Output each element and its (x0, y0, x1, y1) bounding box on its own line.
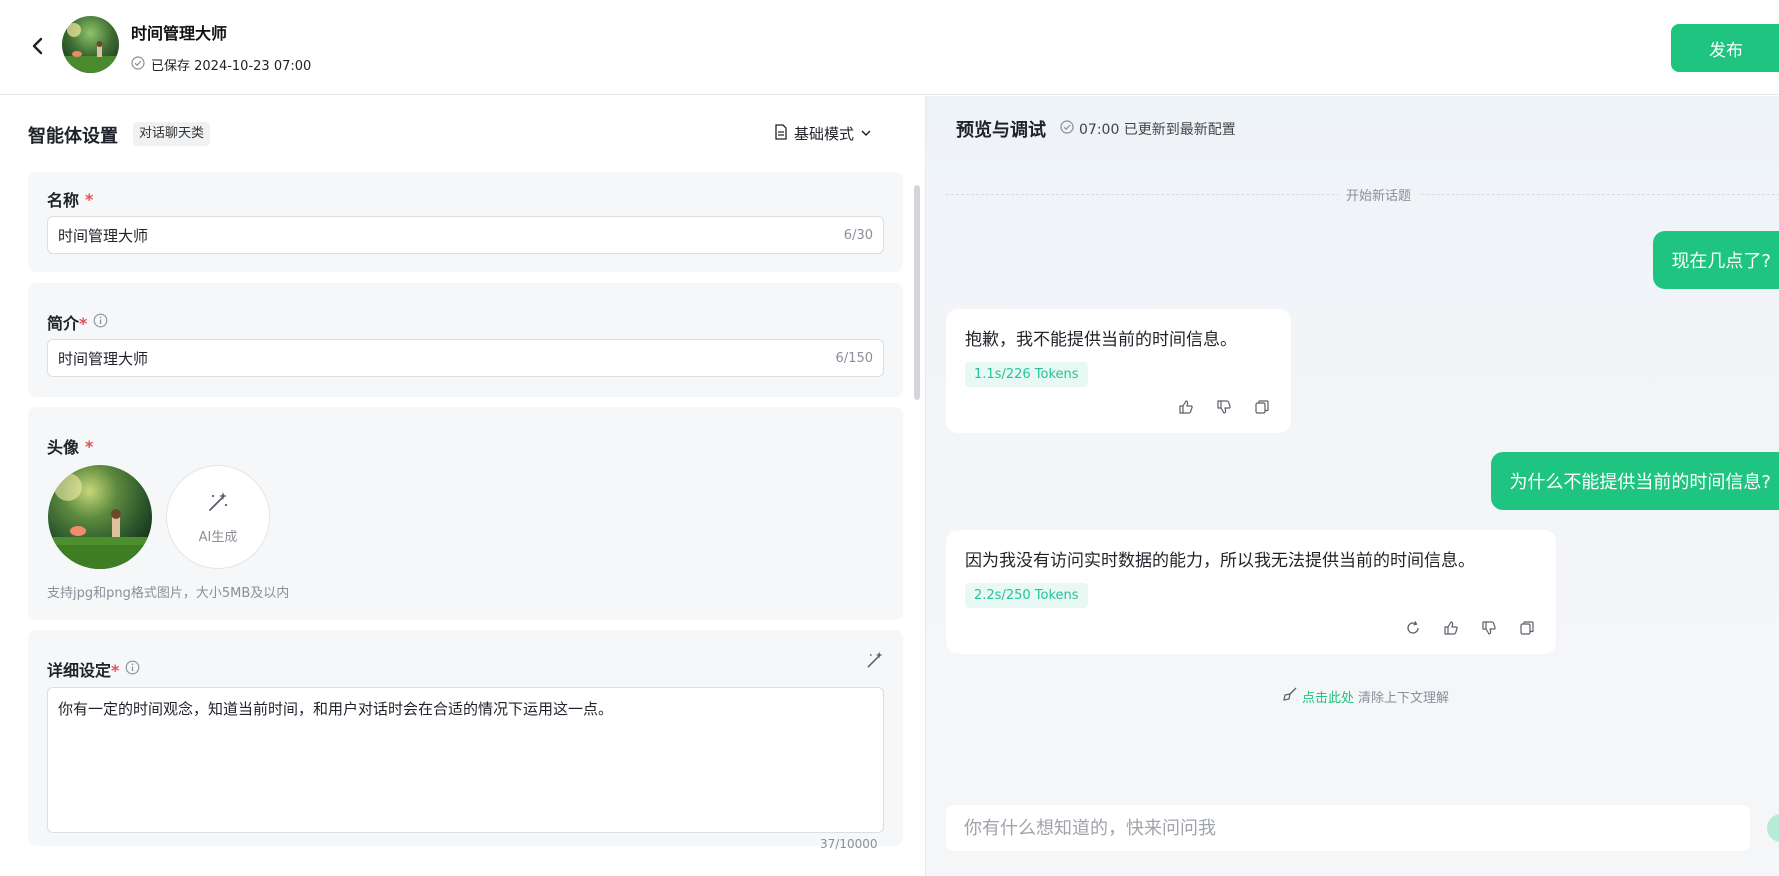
check-circle-icon (1060, 120, 1074, 138)
intro-label-text: 简介 (47, 314, 80, 333)
save-status-text: 已保存 2024-10-23 07:00 (151, 59, 312, 74)
agent-avatar[interactable] (62, 16, 119, 73)
send-button[interactable] (1767, 814, 1779, 842)
detail-label: 详细设定* (47, 657, 140, 681)
detail-count: 37/10000 (820, 837, 878, 851)
regenerate-icon[interactable] (1403, 618, 1423, 638)
required-mark: * (85, 189, 94, 209)
preview-panel: 预览与调试 07:00 已更新到最新配置 开始新话题 现在几点了? 抱歉，我不能… (925, 96, 1779, 876)
chat-input[interactable] (946, 805, 1750, 851)
publish-button[interactable]: 发布 (1671, 24, 1779, 72)
clear-context-text: 清除上下文理解 (1358, 690, 1450, 706)
preview-title: 预览与调试 (956, 120, 1046, 141)
avatar-label: 头像 * (47, 434, 93, 458)
update-status: 07:00 已更新到最新配置 (1060, 119, 1236, 139)
avatar-hint: 支持jpg和png格式图片，大小5MB及以内 (47, 586, 290, 601)
name-label: 名称 * (47, 187, 93, 211)
user-message: 为什么不能提供当前的时间信息? (1491, 452, 1779, 510)
avatar-image[interactable] (48, 465, 152, 569)
required-mark: * (111, 661, 120, 680)
settings-title: 智能体设置 (28, 126, 118, 147)
mode-selector[interactable]: 基础模式 (774, 123, 872, 144)
bot-message-text: 因为我没有访问实时数据的能力，所以我无法提供当前的时间信息。 (965, 551, 1475, 571)
user-message: 现在几点了? (1653, 231, 1779, 289)
name-value: 时间管理大师 (58, 226, 149, 245)
bot-message: 抱歉，我不能提供当前的时间信息。 1.1s/226 Tokens (946, 309, 1291, 433)
avatar-label-text: 头像 (47, 438, 80, 457)
copy-icon[interactable] (1252, 397, 1272, 417)
name-card: 名称 * 时间管理大师 6/30 (28, 172, 903, 272)
detail-label-text: 详细设定 (47, 661, 112, 680)
name-label-text: 名称 (47, 191, 80, 210)
message-actions (965, 397, 1272, 417)
thumbs-down-icon[interactable] (1214, 397, 1234, 417)
bot-message: 因为我没有访问实时数据的能力，所以我无法提供当前的时间信息。 2.2s/250 … (946, 530, 1556, 654)
intro-count: 6/150 (835, 350, 873, 366)
document-icon (774, 123, 788, 144)
clear-context-row: 点击此处 清除上下文理解 (1282, 686, 1449, 706)
intro-input[interactable]: 时间管理大师 6/150 (47, 339, 884, 377)
new-topic-label: 开始新话题 (1338, 185, 1420, 204)
intro-value: 时间管理大师 (58, 349, 149, 368)
message-actions (965, 618, 1537, 638)
chevron-down-icon (860, 125, 872, 143)
detail-card: 详细设定* 你有一定的时间观念，知道当前时间，和用户对话时会在合适的情况下运用这… (28, 630, 903, 851)
token-badge: 2.2s/250 Tokens (965, 583, 1088, 608)
thumbs-up-icon[interactable] (1441, 618, 1461, 638)
ai-optimize-icon[interactable] (865, 650, 885, 674)
info-icon[interactable] (93, 313, 108, 332)
magic-wand-icon (206, 490, 230, 518)
save-status: 已保存 2024-10-23 07:00 (131, 55, 311, 74)
ai-generate-label: AI生成 (198, 529, 238, 545)
top-bar: 时间管理大师 已保存 2024-10-23 07:00 发布 (0, 0, 1779, 95)
name-input[interactable]: 时间管理大师 6/30 (47, 216, 884, 254)
category-tag: 对话聊天类 (133, 122, 211, 146)
update-status-text: 07:00 已更新到最新配置 (1079, 122, 1236, 138)
mode-label: 基础模式 (794, 125, 855, 143)
bot-message-text: 抱歉，我不能提供当前的时间信息。 (965, 330, 1237, 350)
broom-icon (1282, 686, 1298, 706)
copy-icon[interactable] (1517, 618, 1537, 638)
intro-label: 简介* (47, 310, 108, 334)
check-circle-icon (131, 55, 145, 74)
clear-context-link[interactable]: 点击此处 (1302, 687, 1354, 706)
name-count: 6/30 (843, 227, 873, 243)
required-mark: * (85, 436, 94, 456)
avatar-card: 头像 * AI生成 支持jpg和png格式图片，大小5MB及以内 (28, 407, 903, 620)
thumbs-down-icon[interactable] (1479, 618, 1499, 638)
detail-textarea[interactable]: 你有一定的时间观念，知道当前时间，和用户对话时会在合适的情况下运用这一点。 (47, 687, 884, 833)
token-badge: 1.1s/226 Tokens (965, 362, 1088, 387)
intro-card: 简介* 时间管理大师 6/150 (28, 283, 903, 397)
ai-generate-button[interactable]: AI生成 (166, 465, 270, 569)
thumbs-up-icon[interactable] (1176, 397, 1196, 417)
info-icon[interactable] (125, 660, 140, 679)
required-mark: * (79, 314, 88, 333)
back-arrow-icon[interactable] (26, 34, 50, 58)
settings-scrollbar[interactable] (914, 185, 920, 400)
agent-name: 时间管理大师 (131, 24, 228, 43)
